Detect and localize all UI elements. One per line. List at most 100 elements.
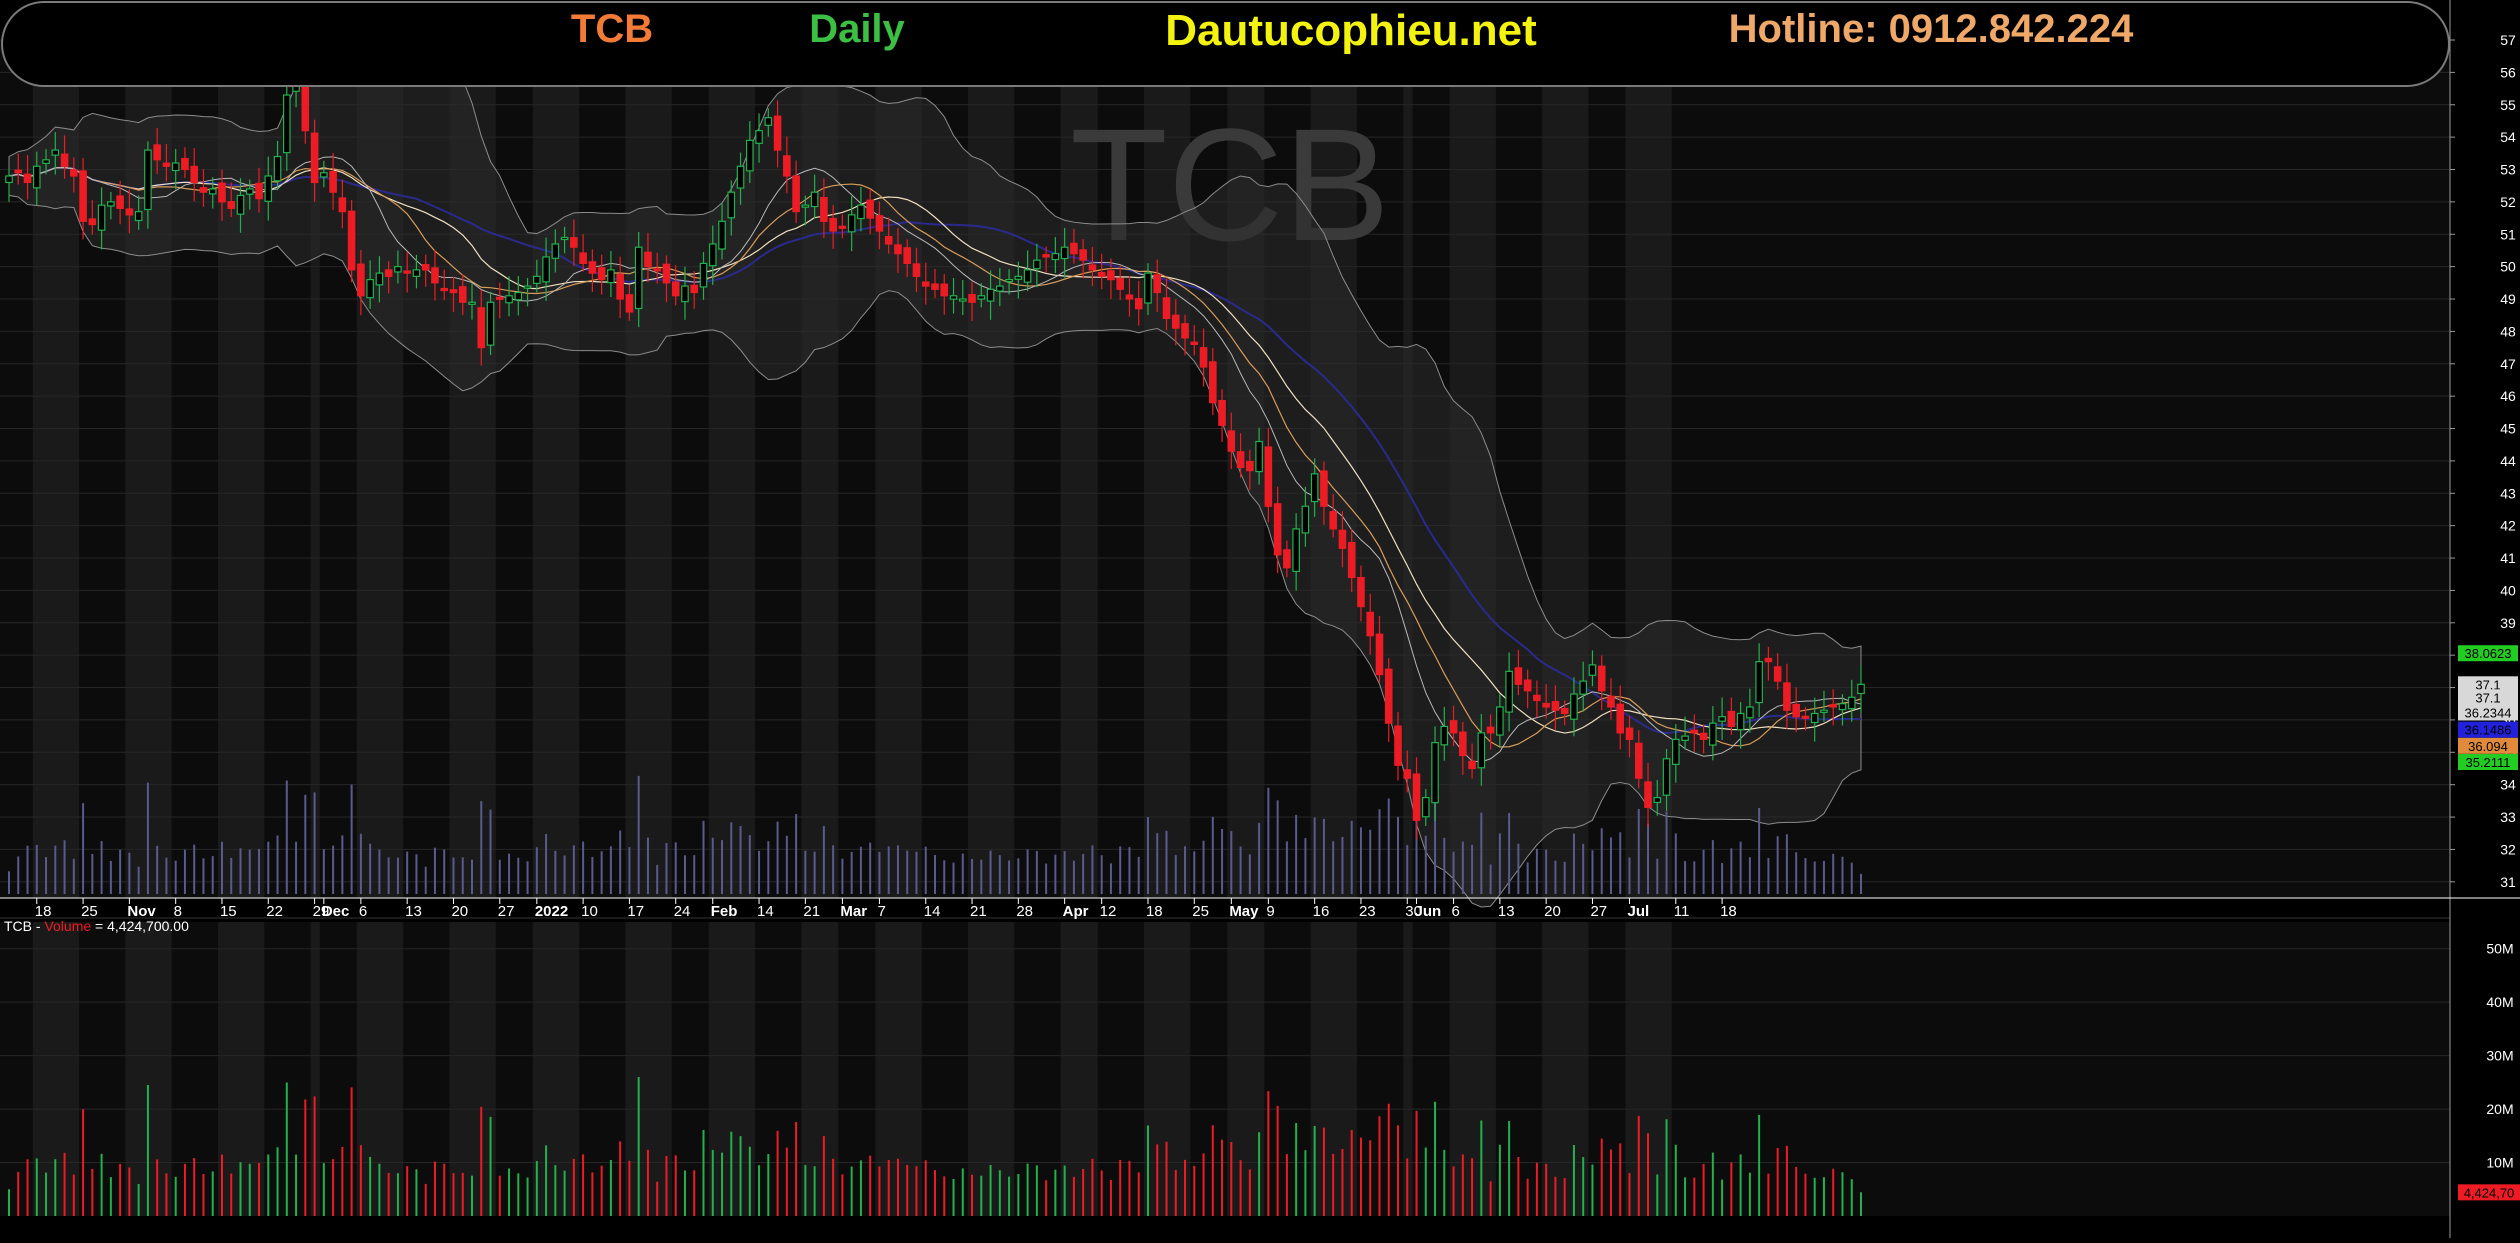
price-tick-label: 44 xyxy=(2500,453,2516,469)
candle-body xyxy=(1746,706,1754,719)
volume-pane-background xyxy=(0,917,2450,1216)
candle-body xyxy=(1301,505,1310,534)
candle-body xyxy=(1310,473,1319,503)
candle-body xyxy=(1070,242,1078,255)
candle-body xyxy=(1051,253,1060,261)
volume-label-sep: - xyxy=(32,918,44,934)
candle-body xyxy=(708,243,717,267)
candle-body xyxy=(958,298,967,302)
price-week-shade xyxy=(532,40,580,898)
volume-week-shade xyxy=(1542,922,1589,1216)
price-tick-label: 57 xyxy=(2500,32,2516,48)
price-tick-label: 51 xyxy=(2500,226,2516,242)
candle-body xyxy=(218,182,226,203)
candle-body xyxy=(1292,528,1300,573)
candle-body xyxy=(1644,781,1652,808)
candle-body xyxy=(60,153,69,167)
candle-body xyxy=(783,155,791,177)
candle-body xyxy=(208,188,217,195)
candle-body xyxy=(1005,278,1013,283)
candle-body xyxy=(616,273,624,300)
candle-body xyxy=(773,115,782,151)
candle-body xyxy=(1329,511,1337,530)
candle-body xyxy=(1634,742,1643,779)
price-tick-label: 56 xyxy=(2500,64,2516,80)
candle-body xyxy=(23,173,32,184)
volume-tick-label: 50M xyxy=(2486,941,2513,957)
candle-body xyxy=(792,175,800,213)
candle-body xyxy=(1690,729,1699,734)
hotline-label: Hotline: 0912.842.224 xyxy=(1729,7,2134,51)
candle-body xyxy=(375,272,384,286)
candle-body xyxy=(551,243,560,259)
candle-body xyxy=(505,295,513,304)
candle-body xyxy=(755,130,763,144)
candle-body xyxy=(1671,738,1680,765)
candle-body xyxy=(1171,314,1180,329)
date-tick-label: 11 xyxy=(1674,903,1690,920)
volume-label-name: Volume xyxy=(44,918,91,934)
candle-body xyxy=(653,268,662,272)
candle-body xyxy=(14,169,23,174)
volume-tick-label: 10M xyxy=(2486,1155,2513,1171)
date-tick-label: 13 xyxy=(1498,903,1515,920)
price-tick-label: 45 xyxy=(2500,421,2516,437)
candle-body xyxy=(1347,541,1356,579)
candle-body xyxy=(1616,703,1625,734)
candle-body xyxy=(1560,707,1569,715)
candle-body xyxy=(801,204,810,208)
candle-body xyxy=(1412,773,1421,821)
candle-body xyxy=(171,162,180,172)
candle-body xyxy=(857,204,865,220)
date-tick-label: 27 xyxy=(1590,903,1607,920)
volume-tag-label: 4,424,70 xyxy=(2464,1185,2515,1200)
candle-body xyxy=(1514,667,1523,685)
candle-body xyxy=(1357,576,1365,608)
candle-body xyxy=(1597,665,1606,692)
price-tick-label: 46 xyxy=(2500,388,2516,404)
candle-body xyxy=(495,296,504,300)
candle-body xyxy=(1477,732,1486,769)
candle-body xyxy=(1857,683,1865,695)
candle-body xyxy=(542,256,550,283)
date-tick-label: 10 xyxy=(581,903,598,920)
date-tick-label: 2022 xyxy=(535,903,568,920)
candle-body xyxy=(1718,716,1726,722)
candle-body xyxy=(607,269,615,284)
candle-body xyxy=(986,288,995,302)
candle-body xyxy=(1218,400,1226,426)
candle-body xyxy=(227,201,236,209)
candle-body xyxy=(468,301,476,305)
candle-body xyxy=(1792,703,1800,718)
candle-body xyxy=(88,218,97,226)
candle-body xyxy=(1533,694,1541,702)
date-tick-label: 18 xyxy=(1720,903,1737,920)
date-tick-label: 21 xyxy=(803,903,820,920)
price-tick-label: 49 xyxy=(2500,291,2516,307)
price-tick-label: 40 xyxy=(2500,582,2516,598)
price-tick-label: 52 xyxy=(2500,194,2516,210)
candle-body xyxy=(264,175,273,202)
candle-body xyxy=(838,225,847,229)
candle-body xyxy=(1810,712,1819,724)
price-tick-label: 31 xyxy=(2500,874,2516,890)
candle-body xyxy=(153,144,161,161)
candle-body xyxy=(829,217,837,232)
candle-body xyxy=(1264,446,1273,507)
candle-body xyxy=(1116,277,1125,290)
candle-body xyxy=(1134,298,1143,310)
candle-body xyxy=(523,285,532,289)
volume-tick-label: 20M xyxy=(2486,1101,2513,1117)
site-label: Dautucophieu.net xyxy=(1165,6,1537,55)
date-tick-label: Jun xyxy=(1415,903,1442,920)
candle-body xyxy=(588,261,597,274)
price-tag-label: 37.1 xyxy=(2475,690,2500,705)
candle-body xyxy=(1246,460,1254,472)
candle-body xyxy=(1153,274,1162,294)
candle-body xyxy=(1107,270,1115,281)
date-tick-label: 25 xyxy=(1192,903,1209,920)
candle-body xyxy=(384,269,393,277)
candle-body xyxy=(949,295,958,300)
candle-body xyxy=(1709,722,1717,746)
candle-body xyxy=(1736,712,1745,731)
